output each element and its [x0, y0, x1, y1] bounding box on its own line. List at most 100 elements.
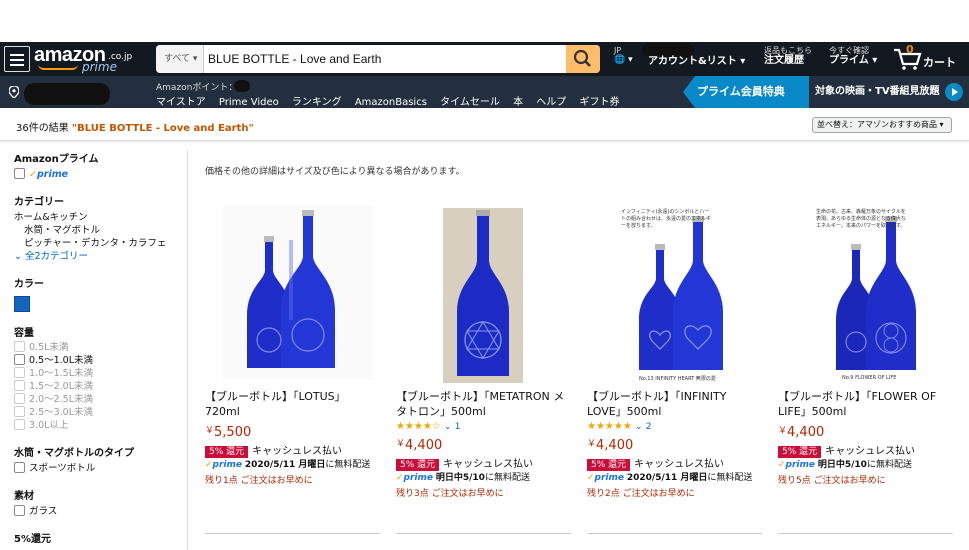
chevron-down-icon: ⌄ [635, 422, 643, 432]
search-button[interactable] [566, 45, 600, 73]
product-rating[interactable]: ★★★★☆ ⌄ 1 [396, 421, 571, 432]
prime-label: プライム ▾ [829, 55, 878, 67]
subnav-link-giftcard[interactable]: ギフト券 [579, 97, 619, 108]
category-item[interactable]: 水筒・マグボトル [14, 224, 186, 237]
redacted-points [234, 80, 250, 92]
category-more-link[interactable]: ⌄ 全2カテゴリー [14, 250, 186, 263]
checkbox[interactable] [14, 354, 25, 365]
ship-date: 2020/5/11 月曜日 [626, 473, 708, 483]
checkbox[interactable] [14, 406, 25, 417]
capacity-option[interactable]: 1.0～1.5L未満 [14, 367, 186, 380]
filter-prime[interactable]: ✓prime [14, 168, 186, 181]
bottle-type-option[interactable]: スポーツボトル [14, 462, 186, 475]
filter-heading-rebate: 5%還元 [14, 534, 51, 545]
main-nav: amazon .co.jp prime すべて ▾ JP 🌐 ▾ アカウント&リ… [0, 42, 969, 76]
cashless-rebate: 5% 還元 キャッシュレス払い [205, 442, 380, 458]
image-caption-text: 生命の花。古来、森羅万象のサイクルを表現。あらゆる生命体の源となる偉大なエネルギ… [816, 209, 906, 229]
capacity-option[interactable]: 2.0～2.5L未満 [14, 393, 186, 406]
price-value: 4,400 [787, 425, 825, 440]
checkbox[interactable] [14, 380, 25, 391]
product-image[interactable] [205, 200, 380, 385]
product-rating[interactable]: ★★★★★ ⌄ 2 [587, 421, 762, 432]
cashless-rebate: 5% 還元 キャッシュレス払い [587, 455, 762, 471]
cart-label: カート [923, 56, 956, 69]
checkbox[interactable] [14, 419, 25, 430]
capacity-option[interactable]: 0.5L未満 [14, 341, 186, 354]
product-title[interactable]: 【ブルーボトル】「FLOWER OF LIFE」500ml [778, 389, 953, 419]
category-more-label: 全2カテゴリー [24, 251, 89, 262]
product-image[interactable]: 生命の花。古来、森羅万象のサイクルを表現。あらゆる生命体の源となる偉大なエネルギ… [778, 200, 953, 385]
subnav-link-ranking[interactable]: ランキング [292, 97, 342, 108]
bottle-image [443, 208, 523, 383]
chevron-down-icon: ⌄ [444, 422, 452, 432]
amazon-points[interactable]: Amazonポイント： [156, 80, 237, 93]
account-lists-link[interactable]: アカウント&リスト ▾ [648, 56, 745, 68]
category-item[interactable]: ピッチャー・デカンタ・カラフェ [14, 237, 186, 250]
cashless-label: キャッシュレス払い [634, 459, 724, 470]
prime-link[interactable]: 今すぐ確認 プライム ▾ [829, 46, 877, 67]
subnav-link-help[interactable]: ヘルプ [536, 97, 566, 108]
results-count-text: 36件の結果 [16, 123, 69, 134]
material-option[interactable]: ガラス [14, 505, 186, 518]
capacity-option[interactable]: 3.0L以上 [14, 419, 186, 432]
capacity-option[interactable]: 2.5～3.0L未満 [14, 406, 186, 419]
filter-heading-prime: Amazonプライム [14, 154, 99, 165]
prime-video-banner-label: 対象の映画・TV番組見放題 [815, 86, 940, 97]
product-image[interactable] [396, 200, 571, 385]
product-image[interactable]: インフィニティ(永遠)のシンボルとハートの組み合わせは、永遠の愛のエネルギーを放… [587, 200, 762, 385]
rebate-badge: 5% 還元 [778, 446, 822, 458]
checkbox[interactable] [14, 393, 25, 404]
language-code: JP [614, 46, 622, 55]
checkbox[interactable] [14, 367, 25, 378]
sort-dropdown[interactable]: 並べ替え：アマゾンおすすめ商品 ▾ [812, 117, 952, 133]
cashless-label: キャッシュレス払い [252, 446, 342, 457]
checkbox[interactable] [14, 341, 25, 352]
price-symbol: ￥ [587, 439, 597, 449]
location-pin-icon[interactable] [9, 86, 19, 98]
capacity-option[interactable]: 1.5～2.0L未満 [14, 380, 186, 393]
product-card: 【ブルーボトル】「METATRON メタトロン」500ml ★★★★☆ ⌄ 1 … [396, 200, 571, 499]
checkbox[interactable] [14, 462, 25, 473]
search-icon [573, 49, 591, 67]
subnav-link-mystore[interactable]: マイストア [156, 97, 206, 108]
filter-heading-color: カラー [14, 279, 44, 290]
returns-label: 返品もこちら [764, 46, 812, 55]
language-selector[interactable]: JP 🌐 ▾ [614, 46, 633, 66]
product-title[interactable]: 【ブルーボトル】「LOTUS」720ml [205, 389, 380, 419]
prime-check-icon: ✓ [587, 473, 595, 483]
cashless-label: キャッシュレス払い [443, 459, 533, 470]
prime-video-banner[interactable]: 対象の映画・TV番組見放題 [809, 76, 969, 108]
search-category-dropdown[interactable]: すべて ▾ [156, 45, 204, 73]
hamburger-menu-icon[interactable] [4, 46, 30, 72]
prime-check-icon: ✓ [205, 460, 213, 470]
play-icon [945, 83, 963, 101]
capacity-label: 2.0～2.5L未満 [29, 394, 94, 405]
image-caption: No.13 INFINITY HEART 無限の愛 [639, 376, 716, 382]
subnav-link-amazonbasics[interactable]: AmazonBasics [355, 97, 427, 108]
product-card: 【ブルーボトル】「LOTUS」720ml ￥5,500 5% 還元 キャッシュレス… [205, 200, 380, 486]
card-divider [778, 533, 953, 534]
rebate-badge: 5% 還元 [587, 459, 631, 471]
amazon-logo[interactable]: amazon .co.jp prime [34, 44, 140, 74]
cart-link[interactable]: 0 カート [892, 43, 962, 73]
card-divider [205, 533, 380, 534]
rebate-badge: 5% 還元 [396, 459, 440, 471]
subnav-link-books[interactable]: 本 [513, 97, 523, 108]
capacity-label: 0.5～1.0L未満 [29, 355, 94, 366]
product-title[interactable]: 【ブルーボトル】「METATRON メタトロン」500ml [396, 389, 571, 419]
prime-badge: prime [36, 169, 69, 180]
color-swatch-blue[interactable] [14, 296, 30, 312]
bottle-image [223, 205, 373, 380]
capacity-option[interactable]: 0.5～1.0L未満 [14, 354, 186, 367]
prime-benefits-banner[interactable]: プライム会員特典 [683, 76, 809, 108]
category-item[interactable]: ホーム&キッチン [14, 211, 186, 224]
checkbox[interactable] [14, 505, 25, 516]
checkbox[interactable] [14, 168, 25, 179]
product-card: 生命の花。古来、森羅万象のサイクルを表現。あらゆる生命体の源となる偉大なエネルギ… [778, 200, 953, 486]
orders-link[interactable]: 返品もこちら 注文履歴 [764, 46, 812, 67]
subnav-link-primevideo[interactable]: Prime Video [219, 97, 279, 108]
product-title[interactable]: 【ブルーボトル】「INFINITY LOVE」500ml [587, 389, 762, 419]
ship-suffix: に無料配送 [707, 473, 753, 483]
subnav-link-timesale[interactable]: タイムセール [440, 97, 500, 108]
search-input[interactable] [208, 45, 564, 73]
